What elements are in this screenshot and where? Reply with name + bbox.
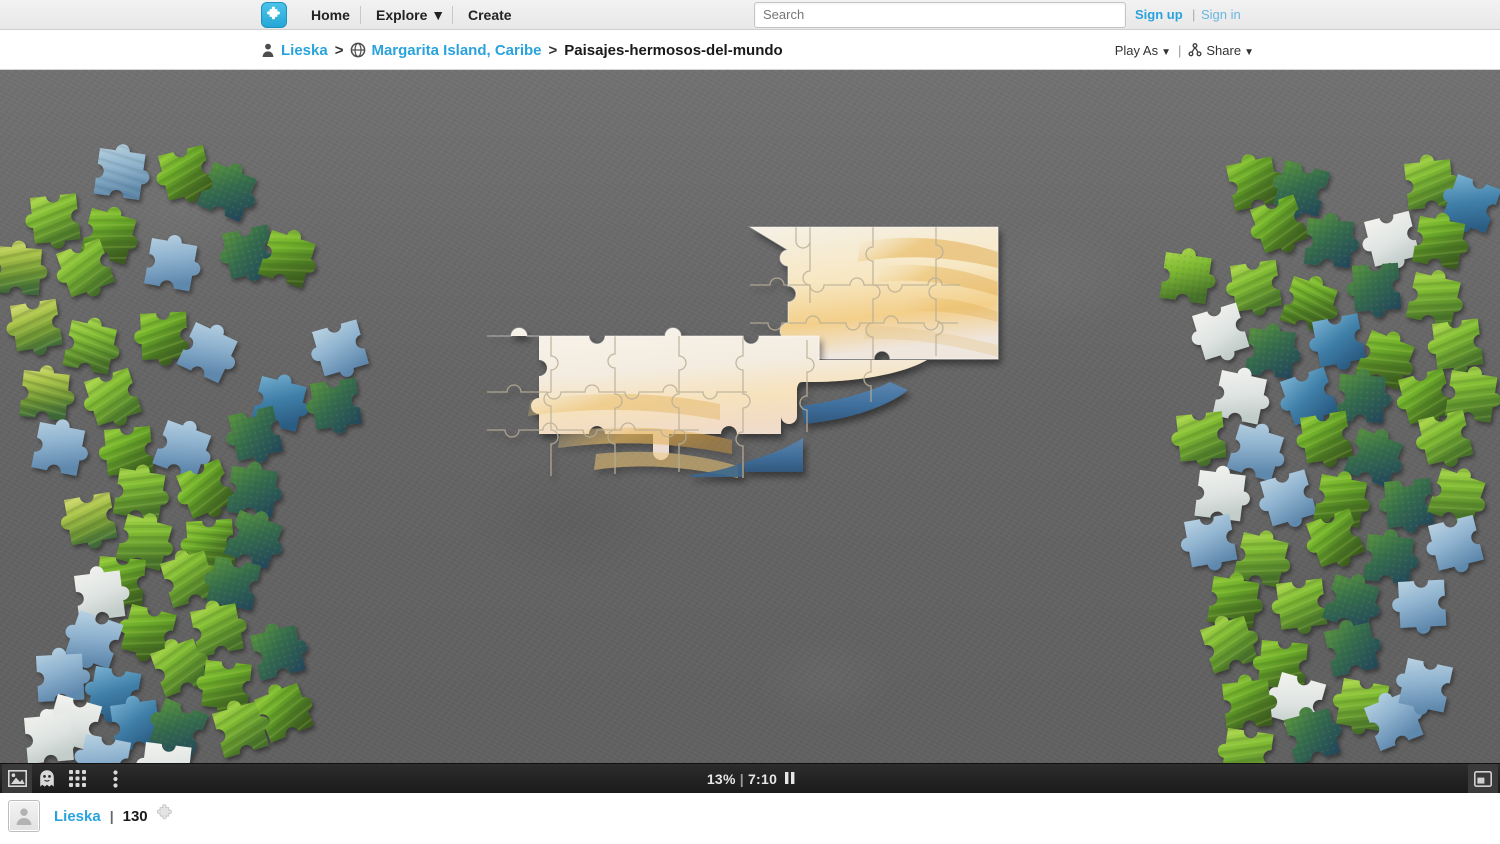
- nav-divider-2: [452, 5, 453, 24]
- grid-icon[interactable]: [62, 764, 92, 794]
- puzzle-pieces-layer[interactable]: [0, 70, 1500, 763]
- avatar[interactable]: [8, 800, 40, 832]
- play-as-label: Play As: [1114, 42, 1159, 58]
- search-input[interactable]: [754, 1, 1126, 28]
- page-title: Paisajes-hermosos-del-mundo: [564, 41, 783, 59]
- elapsed-time: 7:10: [747, 771, 778, 787]
- breadcrumb-tools: Play As ▼ | Share ▼: [1115, 30, 1254, 70]
- toolbar-right-controls: [1468, 764, 1500, 794]
- breadcrumb-separator-1: >: [334, 41, 344, 59]
- pause-icon: [785, 771, 795, 787]
- fullscreen-icon[interactable]: [1468, 764, 1498, 794]
- sign-in-link[interactable]: Sign in: [1201, 0, 1241, 30]
- nav-link-create-label: Create: [468, 6, 512, 23]
- nav-link-explore[interactable]: Explore ▼: [364, 0, 457, 30]
- breadcrumb: Lieska > Margarita Island, Caribe > Pais…: [260, 30, 783, 70]
- puzzle-piece-logo-icon[interactable]: [261, 1, 287, 28]
- share-chevron-down-icon: ▼: [1244, 46, 1254, 58]
- more-options-icon[interactable]: [100, 764, 130, 794]
- player-divider: |: [109, 808, 114, 824]
- breadcrumb-user[interactable]: Lieska: [260, 42, 328, 59]
- breadcrumb-group[interactable]: Margarita Island, Caribe: [350, 42, 542, 59]
- game-toolbar: 13% | 7:10: [0, 763, 1500, 794]
- user-icon: [260, 42, 276, 58]
- auth-divider: |: [1192, 6, 1196, 22]
- nav-divider-1: [360, 5, 361, 24]
- chevron-down-icon: ▼: [1161, 46, 1171, 58]
- share-button[interactable]: Share ▼: [1188, 43, 1254, 58]
- bottom-panel: Lieska | 130 1. mala17 6:49 2. aok829 7:…: [0, 793, 1500, 844]
- share-icon: [1188, 42, 1202, 57]
- scattered-pieces-left[interactable]: [0, 141, 371, 763]
- share-label: Share: [1206, 42, 1242, 58]
- sign-up-link[interactable]: Sign up: [1135, 0, 1183, 30]
- scattered-pieces-right[interactable]: [1159, 148, 1500, 763]
- breadcrumb-user-label[interactable]: Lieska: [281, 42, 328, 59]
- player-piece-count: 130: [122, 807, 148, 825]
- breadcrumb-group-label[interactable]: Margarita Island, Caribe: [371, 42, 541, 59]
- player-info: Lieska | 130: [8, 800, 175, 832]
- nav-link-explore-label: Explore ▼: [376, 6, 446, 23]
- preview-image-icon[interactable]: [2, 763, 32, 794]
- globe-icon: [350, 42, 366, 58]
- progress-status: 13% | 7:10: [0, 764, 1500, 794]
- progress-separator: |: [739, 771, 744, 787]
- player-name[interactable]: Lieska: [54, 808, 101, 825]
- puzzle-piece-icon: [155, 803, 175, 829]
- breadcrumb-separator-2: >: [548, 41, 558, 59]
- play-as-button[interactable]: Play As ▼: [1115, 43, 1171, 58]
- jigsaw-game-page: Home Explore ▼ Create Sign up | Sign in …: [0, 0, 1500, 844]
- puzzle-board[interactable]: [0, 70, 1500, 763]
- tools-divider: |: [1178, 42, 1182, 58]
- top-navigation-bar: Home Explore ▼ Create Sign up | Sign in: [0, 0, 1500, 30]
- nav-link-create[interactable]: Create: [456, 0, 524, 30]
- ghost-icon[interactable]: [32, 764, 62, 794]
- nav-link-home-label: Home: [311, 6, 350, 23]
- nav-link-home[interactable]: Home: [299, 0, 362, 30]
- breadcrumb-bar: Lieska > Margarita Island, Caribe > Pais…: [0, 30, 1500, 70]
- progress-percent: 13%: [706, 771, 736, 787]
